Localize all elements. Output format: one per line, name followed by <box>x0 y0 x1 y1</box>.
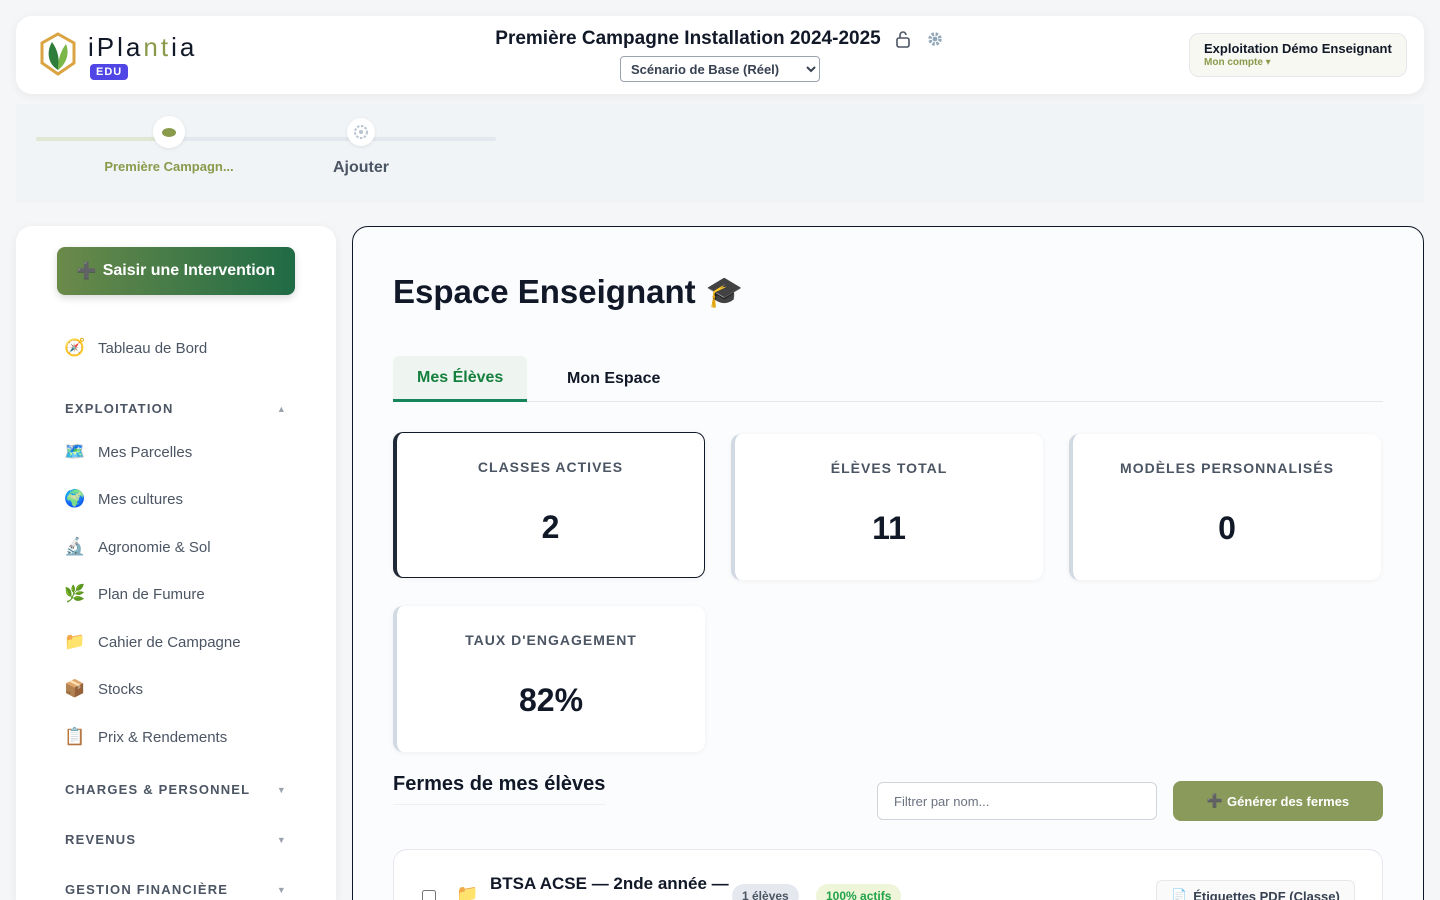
stat-label: CLASSES ACTIVES <box>477 459 624 475</box>
class-select-checkbox[interactable] <box>422 890 436 900</box>
sidebar-item-label: Plan de Fumure <box>98 585 205 603</box>
globe-icon: 🌍 <box>64 489 86 508</box>
sidebar-item-parcelles[interactable]: 🗺️ Mes Parcelles <box>64 441 192 463</box>
campaign-title[interactable]: Première Campagne Installation 2024-2025 <box>495 28 880 50</box>
sidebar-item-label: Mes Parcelles <box>98 443 193 461</box>
tab-mes-eleves[interactable]: Mes Élèves <box>393 356 528 402</box>
step-add[interactable]: Ajouter <box>316 116 406 177</box>
sidebar-item-label: Cahier de Campagne <box>98 633 241 651</box>
class-name: BTSA ACSE — 2nde année — <box>490 874 729 893</box>
sidebar-item-label: Agronomie & Sol <box>98 538 211 556</box>
graduation-cap-icon: 🎓 <box>705 275 743 309</box>
chevron-down-icon: ▼ <box>276 834 287 845</box>
chevron-down-icon: ▼ <box>276 884 287 895</box>
step-add-label: Ajouter <box>333 159 389 176</box>
students-count-badge: 1 élèves <box>732 884 799 900</box>
generate-farms-label: Générer des fermes <box>1227 793 1350 809</box>
document-icon: 📄 <box>1171 888 1188 900</box>
tab-bar: Mes Élèves Mon Espace <box>393 356 1383 402</box>
filter-input[interactable] <box>877 782 1157 820</box>
stat-card-engagement[interactable]: TAUX D'ENGAGEMENT 82% <box>393 606 705 752</box>
step-campaign[interactable]: Première Campagn... <box>104 116 234 174</box>
sidebar-item-agronomie[interactable]: 🔬 Agronomie & Sol <box>64 536 211 558</box>
package-icon: 📦 <box>64 679 86 698</box>
generate-farms-button[interactable]: ➕ Générer des fermes <box>1173 781 1383 821</box>
new-intervention-label: Saisir une Intervention <box>102 262 276 279</box>
section-gestion[interactable]: GESTION FINANCIÈRE ▼ <box>65 882 287 897</box>
new-intervention-button[interactable]: ➕ Saisir une Intervention <box>57 247 295 295</box>
section-title: Fermes de mes élèves <box>393 773 606 805</box>
chevron-down-icon: ▼ <box>276 784 287 795</box>
stat-value: 0 <box>1218 510 1236 546</box>
teacher-space-panel: Espace Enseignant 🎓 Mes Élèves Mon Espac… <box>352 226 1424 900</box>
clipboard-icon: 📋 <box>64 727 86 746</box>
section-label: REVENUS <box>65 832 137 847</box>
pdf-labels-button[interactable]: 📄 Étiquettes PDF (Classe) <box>1156 880 1355 900</box>
stat-label: MODÈLES PERSONNALISÉS <box>1120 460 1334 476</box>
page-title: Espace Enseignant 🎓 <box>393 273 743 311</box>
page-title-text: Espace Enseignant <box>393 273 696 310</box>
microscope-icon: 🔬 <box>64 537 86 556</box>
class-card[interactable]: 📁 BTSA ACSE — 2nde année — 1 élèves 100%… <box>393 849 1383 900</box>
plus-icon: ➕ <box>1206 793 1224 808</box>
sidebar-item-prix[interactable]: 📋 Prix & Rendements <box>64 726 227 748</box>
herb-icon: 🌿 <box>64 584 86 603</box>
account-menu[interactable]: Exploitation Démo Enseignant Mon compte … <box>1189 33 1407 77</box>
account-dropdown-label[interactable]: Mon compte ▾ <box>1204 57 1392 68</box>
stat-value: 82% <box>518 682 584 718</box>
stat-value: 11 <box>872 510 906 546</box>
tab-mon-espace[interactable]: Mon Espace <box>543 356 684 402</box>
section-exploitation[interactable]: EXPLOITATION ▲ <box>65 401 287 416</box>
map-icon: 🗺️ <box>64 442 86 461</box>
sidebar-item-label: Mes cultures <box>98 490 184 508</box>
sidebar-item-label: Tableau de Bord <box>98 339 208 357</box>
plus-icon: ➕ <box>76 263 97 280</box>
sidebar-item-label: Prix & Rendements <box>98 728 228 746</box>
scenario-select[interactable]: Scénario de Base (Réel) <box>620 56 820 82</box>
account-name: Exploitation Démo Enseignant <box>1204 41 1392 56</box>
step-active-dot <box>153 116 185 148</box>
sidebar-item-dashboard[interactable]: 🧭 Tableau de Bord <box>64 337 207 359</box>
stat-label: ÉLÈVES TOTAL <box>830 460 948 476</box>
folder-icon: 📁 <box>456 884 479 900</box>
stat-card-modeles[interactable]: MODÈLES PERSONNALISÉS 0 <box>1069 434 1381 580</box>
stat-card-classes[interactable]: CLASSES ACTIVES 2 <box>393 432 705 578</box>
sidebar-item-cahier[interactable]: 📁 Cahier de Campagne <box>64 631 241 653</box>
sidebar-item-fumure[interactable]: 🌿 Plan de Fumure <box>64 583 205 605</box>
stat-label: TAUX D'ENGAGEMENT <box>465 632 637 648</box>
sidebar-item-stocks[interactable]: 📦 Stocks <box>64 678 143 700</box>
step-campaign-label: Première Campagn... <box>104 159 234 174</box>
section-label: GESTION FINANCIÈRE <box>65 882 229 897</box>
section-charges[interactable]: CHARGES & PERSONNEL ▼ <box>65 782 287 797</box>
gear-icon[interactable] <box>925 29 945 49</box>
sidebar-item-cultures[interactable]: 🌍 Mes cultures <box>64 488 183 510</box>
stat-card-eleves[interactable]: ÉLÈVES TOTAL 11 <box>731 434 1043 580</box>
sidebar: ➕ Saisir une Intervention 🧭 Tableau de B… <box>16 226 336 900</box>
chevron-up-icon: ▲ <box>276 403 287 414</box>
unlock-icon[interactable] <box>893 29 913 49</box>
sidebar-item-label: Stocks <box>98 680 144 698</box>
compass-icon: 🧭 <box>64 338 86 357</box>
section-label: EXPLOITATION <box>65 401 174 416</box>
top-header: iPlantia EDU Première Campagne Installat… <box>16 16 1424 94</box>
folder-icon: 📁 <box>64 632 86 651</box>
pdf-labels-label: Étiquettes PDF (Classe) <box>1193 888 1340 900</box>
section-revenus[interactable]: REVENUS ▼ <box>65 832 287 847</box>
add-step-icon <box>347 118 375 146</box>
campaign-stepper: Première Campagn... Ajouter <box>16 104 1424 202</box>
active-rate-badge: 100% actifs <box>816 884 902 900</box>
section-label: CHARGES & PERSONNEL <box>65 782 251 797</box>
stat-value: 2 <box>541 509 560 545</box>
